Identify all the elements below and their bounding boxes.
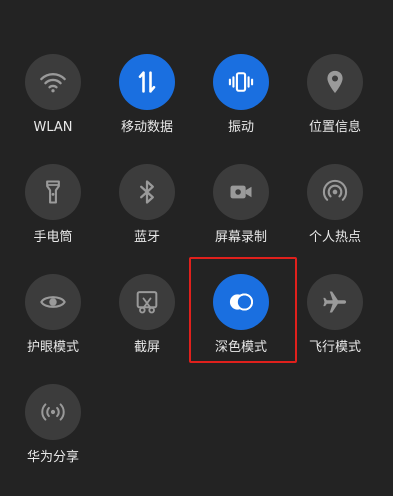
- tile-airplane-button[interactable]: [307, 274, 363, 330]
- tile-wlan-button[interactable]: [25, 54, 81, 110]
- tile-vibrate[interactable]: 振动: [199, 54, 283, 164]
- tile-vibrate-button[interactable]: [213, 54, 269, 110]
- tile-screen-record-label: 屏幕录制: [214, 230, 267, 245]
- tile-screenshot-button[interactable]: [119, 274, 175, 330]
- tile-hotspot-button[interactable]: [307, 164, 363, 220]
- tile-screenshot-label: 截屏: [133, 340, 160, 355]
- tile-mobile-data-label: 移动数据: [120, 120, 173, 135]
- tile-flashlight-button[interactable]: [25, 164, 81, 220]
- airplane-icon: [323, 291, 347, 313]
- tile-location-label: 位置信息: [308, 120, 361, 135]
- tile-vibrate-label: 振动: [227, 120, 254, 135]
- vibrate-icon: [228, 72, 254, 92]
- screenshot-icon: [136, 291, 158, 314]
- tile-huawei-share-button[interactable]: [25, 384, 81, 440]
- tile-huawei-share-label: 华为分享: [26, 450, 79, 465]
- tile-location-button[interactable]: [307, 54, 363, 110]
- tile-bluetooth-label: 蓝牙: [133, 230, 160, 245]
- tile-flashlight-label: 手电筒: [33, 230, 73, 245]
- hotspot-icon: [322, 179, 348, 201]
- tile-mobile-data-button[interactable]: [119, 54, 175, 110]
- tile-eye-comfort-button[interactable]: [25, 274, 81, 330]
- tile-hotspot[interactable]: 个人热点: [293, 164, 377, 274]
- tile-airplane-label: 飞行模式: [308, 340, 361, 355]
- eye-comfort-icon: [40, 296, 66, 308]
- highlight-annotation-box: [189, 257, 297, 363]
- tile-screen-record-button[interactable]: [213, 164, 269, 220]
- tile-flashlight[interactable]: 手电筒: [11, 164, 95, 274]
- flashlight-icon: [46, 180, 60, 204]
- tile-bluetooth[interactable]: 蓝牙: [105, 164, 189, 274]
- tile-wlan-label: WLAN: [33, 120, 73, 135]
- tile-wlan[interactable]: WLAN: [11, 54, 95, 164]
- tile-airplane[interactable]: 飞行模式: [293, 274, 377, 384]
- tile-bluetooth-button[interactable]: [119, 164, 175, 220]
- bluetooth-icon: [140, 180, 154, 204]
- quick-settings-panel: WLAN 移动数据 振动 位置信息 手电筒 蓝牙 屏幕录制 个人热点 护眼模式 …: [0, 0, 393, 496]
- tile-screenshot[interactable]: 截屏: [105, 274, 189, 384]
- huawei-share-icon: [41, 403, 65, 421]
- tile-eye-comfort[interactable]: 护眼模式: [11, 274, 95, 384]
- tile-mobile-data[interactable]: 移动数据: [105, 54, 189, 164]
- location-icon: [327, 70, 343, 94]
- tile-eye-comfort-label: 护眼模式: [26, 340, 79, 355]
- tile-huawei-share[interactable]: 华为分享: [11, 384, 95, 494]
- tile-location[interactable]: 位置信息: [293, 54, 377, 164]
- tile-hotspot-label: 个人热点: [308, 230, 361, 245]
- wifi-icon: [40, 73, 66, 93]
- screen-record-icon: [230, 185, 252, 199]
- mobile-data-icon: [138, 71, 156, 93]
